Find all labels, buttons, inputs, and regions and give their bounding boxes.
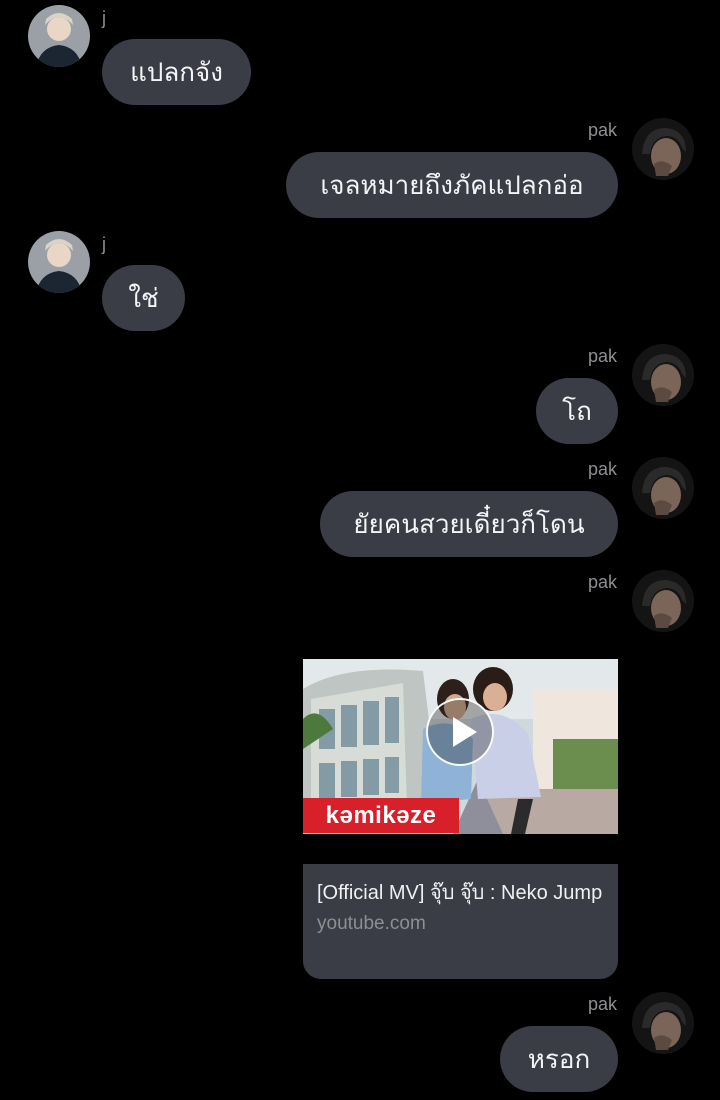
message-bubble-sent[interactable]: โถ [536,378,618,444]
sender-name-pak: pak [587,572,617,592]
avatar-pak[interactable] [632,457,694,519]
avatar-pak[interactable] [632,570,694,632]
link-preview-card[interactable]: [Official MV] จุ๊บ จุ๊บ : Neko Jump yout… [303,864,618,979]
message-bubble-received[interactable]: แปลกจัง [102,39,251,105]
message-bubble-sent[interactable]: หรอก [500,1026,618,1092]
link-domain: youtube.com [317,913,426,934]
avatar-pak[interactable] [632,344,694,406]
sender-name-j: j [102,8,106,28]
video-thumbnail[interactable]: kəmikəze [303,659,618,834]
link-title[interactable]: [Official MV] จุ๊บ จุ๊บ : Neko Jump [317,880,604,907]
avatar-j[interactable] [28,5,90,67]
sender-name-pak: pak [587,459,617,479]
avatar-pak[interactable] [632,118,694,180]
message-bubble-sent[interactable]: เจลหมายถึงภัคแปลกอ่อ [286,152,618,218]
sender-name-j: j [102,234,106,254]
play-icon[interactable] [426,698,494,766]
sender-name-pak: pak [587,346,617,366]
sender-name-pak: pak [587,120,617,140]
brand-logo: kəmikəze [303,798,459,833]
message-bubble-received[interactable]: ใช่ [102,265,185,331]
avatar-j[interactable] [28,231,90,293]
avatar-pak[interactable] [632,992,694,1054]
sender-name-pak: pak [587,994,617,1014]
message-bubble-sent[interactable]: ยัยคนสวยเดี๋ยวก็โดน [320,491,618,557]
